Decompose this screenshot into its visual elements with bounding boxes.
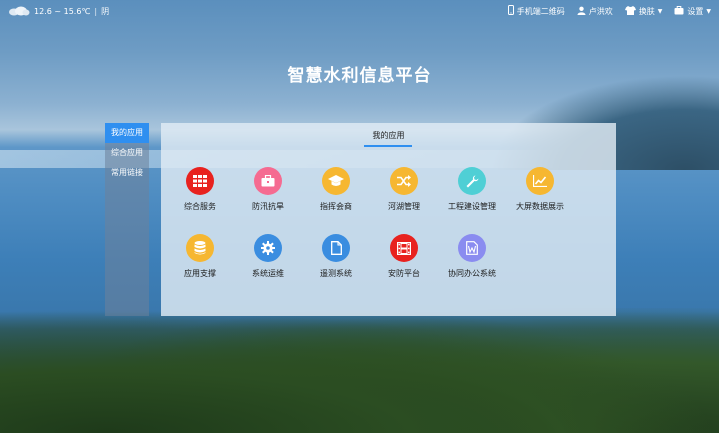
shuffle-icon — [390, 167, 418, 195]
app-tile-office-collab[interactable]: 协同办公系统 — [438, 234, 506, 279]
qr-code-link[interactable]: 手机端二维码 — [507, 5, 565, 17]
user-menu[interactable]: 卢洪欢 — [577, 6, 613, 17]
qr-code-label: 手机端二维码 — [516, 6, 565, 16]
weather-condition: 阴 — [101, 7, 110, 16]
line-chart-icon — [526, 167, 554, 195]
sidebar-item-my-apps[interactable]: 我的应用 — [105, 123, 149, 143]
app-label: 应用支撑 — [184, 269, 216, 278]
graduation-cap-icon — [322, 167, 350, 195]
app-label: 防汛抗旱 — [252, 202, 284, 211]
top-right-menu: 手机端二维码 卢洪欢 换肤 ▼ 设置 ▼ — [507, 5, 711, 17]
top-bar: 12.6 ~ 15.6℃ | 阴 手机端二维码 卢洪欢 换肤 ▼ 设置 ▼ — [0, 0, 719, 22]
app-label: 安防平台 — [388, 269, 420, 278]
weather-temp: 12.6 ~ 15.6℃ — [34, 7, 91, 16]
app-label: 遥测系统 — [320, 269, 352, 278]
app-label: 河湖管理 — [388, 202, 420, 211]
app-label: 系统运维 — [252, 269, 284, 278]
database-icon — [186, 234, 214, 262]
weather-widget: 12.6 ~ 15.6℃ | 阴 — [8, 5, 109, 18]
weather-separator: | — [94, 7, 98, 16]
grid-icon — [186, 167, 214, 195]
app-tile-project-construction[interactable]: 工程建设管理 — [438, 167, 506, 212]
skin-caret-icon: ▼ — [657, 7, 663, 15]
app-tile-security[interactable]: 安防平台 — [370, 234, 438, 279]
mobile-phone-icon — [507, 5, 514, 17]
briefcase-icon — [254, 167, 282, 195]
page-title: 智慧水利信息平台 — [287, 66, 432, 86]
briefcase-settings-icon — [674, 5, 684, 17]
sidebar: 我的应用 综合应用 常用链接 — [105, 123, 149, 316]
weather-cloud-icon — [8, 5, 30, 18]
skin-label: 换肤 — [638, 6, 655, 16]
app-tile-flood-control[interactable]: 防汛抗旱 — [234, 167, 302, 212]
app-tile-integrated-service[interactable]: 综合服务 — [166, 167, 234, 212]
tab-underline — [364, 145, 412, 147]
film-icon — [390, 234, 418, 262]
app-label: 指挥会商 — [320, 202, 352, 211]
app-tile-telemetry[interactable]: 遥测系统 — [302, 234, 370, 279]
app-label: 大屏数据展示 — [516, 202, 564, 211]
apps-panel: 我的应用 综合服务 防汛抗旱 指挥会商 河湖管理 工程建设管理 大屏数据展示 应… — [161, 123, 616, 316]
app-tile-app-support[interactable]: 应用支撑 — [166, 234, 234, 279]
wrench-icon — [458, 167, 486, 195]
app-tile-command-consult[interactable]: 指挥会商 — [302, 167, 370, 212]
background-foliage — [0, 308, 719, 433]
app-label: 综合服务 — [184, 202, 216, 211]
app-tile-big-screen[interactable]: 大屏数据展示 — [506, 167, 574, 212]
sidebar-item-common-links[interactable]: 常用链接 — [105, 163, 149, 183]
app-label: 工程建设管理 — [448, 202, 496, 211]
user-icon — [577, 6, 586, 17]
gear-icon — [254, 234, 282, 262]
sidebar-item-integrated-apps[interactable]: 综合应用 — [105, 143, 149, 163]
user-name: 卢洪欢 — [588, 6, 613, 16]
word-doc-icon — [458, 234, 486, 262]
app-label: 协同办公系统 — [448, 269, 496, 278]
tab-my-apps[interactable]: 我的应用 — [161, 130, 616, 141]
settings-menu[interactable]: 设置 ▼ — [674, 5, 711, 17]
document-icon — [322, 234, 350, 262]
skin-menu[interactable]: 换肤 ▼ — [624, 5, 663, 17]
app-tile-river-lake[interactable]: 河湖管理 — [370, 167, 438, 212]
shirt-icon — [624, 5, 636, 17]
settings-label: 设置 — [687, 6, 704, 16]
app-tile-system-ops[interactable]: 系统运维 — [234, 234, 302, 279]
settings-caret-icon: ▼ — [706, 7, 711, 15]
